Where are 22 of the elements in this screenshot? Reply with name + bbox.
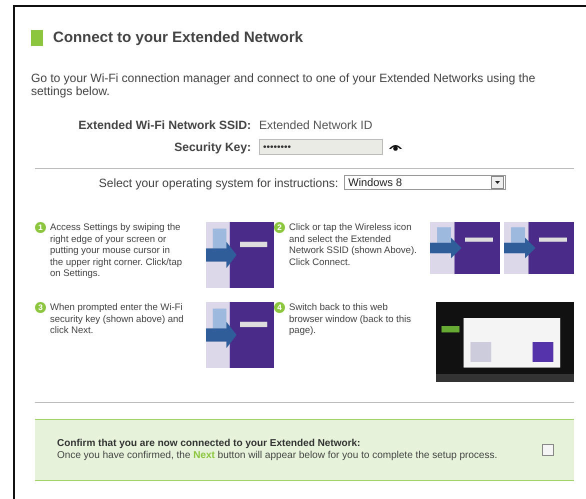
step-number: 2	[274, 222, 285, 233]
step-number: 4	[274, 302, 285, 313]
os-select[interactable]: Windows 8	[344, 175, 506, 190]
step-text: Click or tap the Wireless icon and select the Extended Network SSID (shown Above). Click Connect.	[289, 222, 418, 270]
intro-text: Go to your Wi-Fi connection manager and connect to one of your Extended Networks using the settings below.	[31, 72, 536, 98]
step-text: Switch back to this web browser window (back to this page).	[289, 302, 412, 338]
confirm-text: Once you have confirmed, the Next button will appear below for you to complete the setup process.	[57, 450, 498, 462]
step-number: 3	[35, 302, 46, 313]
page-title: Connect to your Extended Network	[53, 29, 304, 46]
ssid-value: Extended Network ID	[259, 118, 374, 132]
step-text: Access Settings by swiping the right edge of your screen or putting your mouse cursor in the upper right corner. Click/tap on Settings.	[50, 222, 184, 281]
ssid-label: Extended Wi-Fi Network SSID:	[77, 118, 251, 132]
caret-icon	[491, 176, 504, 189]
confirm-title: Confirm that you are now connected to your Extended Network:	[57, 438, 362, 450]
step-text: When prompted enter the Wi-Fi security key (shown above) and click Next.	[50, 302, 185, 338]
os-select-label: Select your operating system for instructions:	[98, 176, 338, 190]
security-key-label: Security Key:	[173, 140, 251, 154]
security-key-field[interactable]: ••••••••	[259, 139, 383, 155]
eye-icon[interactable]	[389, 143, 402, 151]
step-number: 1	[35, 222, 46, 233]
title-marker	[31, 30, 43, 46]
confirm-checkbox[interactable]	[542, 444, 554, 456]
